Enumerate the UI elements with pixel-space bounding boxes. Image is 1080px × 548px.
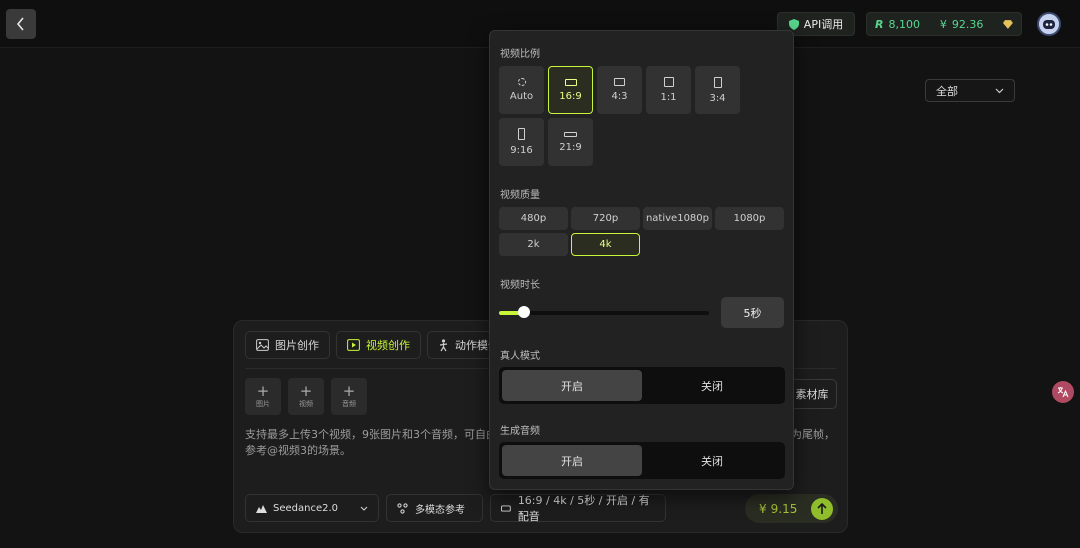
credit-icon: R: [875, 17, 884, 31]
ratio-section-title: 视频比例: [500, 49, 540, 60]
duration-value: 5秒: [721, 297, 784, 328]
gem-icon: [1003, 19, 1014, 29]
realperson-on-option[interactable]: 开启: [502, 370, 642, 401]
realperson-toggle: 开启 关闭: [499, 367, 785, 404]
person-icon: [439, 338, 448, 351]
ratio-label: 21:9: [559, 141, 582, 153]
ratio-label: 9:16: [510, 145, 533, 156]
multimodal-icon: [397, 502, 408, 514]
params-summary: 16:9 / 4k / 5秒 / 开启 / 有配音: [517, 494, 650, 523]
quality-option-720p[interactable]: 720p: [571, 207, 640, 230]
credits-value: 8,100: [888, 17, 920, 31]
chevron-down-icon: [995, 88, 1004, 93]
plus-icon: +: [256, 382, 270, 400]
tab-video-creation[interactable]: 视频创作: [336, 331, 421, 359]
ratio-21-9-icon: [564, 131, 577, 137]
ratio-1-1-icon: [663, 77, 674, 87]
ratio-option-4-3[interactable]: 4:3: [597, 66, 642, 114]
quality-option-1080p[interactable]: 1080p: [715, 207, 784, 230]
ratio-label: 1:1: [660, 92, 677, 103]
ratio-options: Auto 16:9 4:3 1:1 3:4 9:16 21:9: [499, 66, 787, 166]
ratio-9-16-icon: [518, 128, 525, 140]
quality-section-title: 视频质量: [500, 190, 540, 201]
params-button[interactable]: 16:9 / 4k / 5秒 / 开启 / 有配音: [490, 494, 666, 523]
image-icon: [256, 339, 269, 351]
balance-value: 92.36: [951, 17, 984, 31]
ratio-label: Auto: [509, 91, 534, 102]
plus-icon: +: [342, 382, 356, 400]
ratio-option-16-9[interactable]: 16:9: [548, 66, 593, 114]
translate-icon: [1057, 387, 1069, 398]
video-icon: [347, 339, 360, 351]
video-settings-popover: 视频比例 Auto 16:9 4:3 1:1 3:4 9:16 21:9 视频质…: [489, 30, 794, 490]
send-button[interactable]: [811, 498, 833, 520]
upload-audio-button[interactable]: + 音频: [331, 378, 367, 415]
ratio-option-3-4[interactable]: 3:4: [695, 66, 740, 114]
upload-label: 视频: [299, 400, 313, 408]
mode-label: 多模态参考: [415, 504, 465, 516]
shield-icon: [788, 18, 799, 30]
currency-icon: ¥: [759, 501, 767, 516]
tab-label: 图片创作: [275, 339, 319, 352]
currency-icon: ¥: [939, 17, 947, 31]
upload-image-button[interactable]: + 图片: [245, 378, 281, 415]
mode-select[interactable]: 多模态参考: [386, 494, 483, 522]
quality-option-2k[interactable]: 2k: [499, 233, 568, 256]
realperson-section-title: 真人模式: [500, 351, 540, 362]
avatar[interactable]: [1037, 12, 1061, 36]
ratio-label: 4:3: [611, 91, 628, 102]
ratio-label: 16:9: [559, 90, 582, 102]
quality-options: 480p 720p native1080p 1080p 2k 4k: [499, 207, 787, 256]
duration-section-title: 视频时长: [500, 280, 540, 291]
plus-icon: +: [299, 382, 313, 400]
quality-option-4k[interactable]: 4k: [571, 233, 640, 256]
ratio-option-auto[interactable]: Auto: [499, 66, 544, 114]
library-button[interactable]: 素材库: [787, 379, 837, 409]
api-label: API调用: [803, 18, 844, 31]
robot-avatar-icon: [1043, 20, 1055, 29]
slider-thumb[interactable]: [518, 306, 531, 318]
upload-video-button[interactable]: + 视频: [288, 378, 324, 415]
ratio-label: 3:4: [709, 92, 726, 104]
model-select[interactable]: Seedance2.0: [245, 494, 379, 522]
audio-toggle: 开启 关闭: [499, 442, 785, 479]
composer-toolbar: Seedance2.0 多模态参考 16:9 / 4k / 5秒 / 开启 / …: [245, 494, 666, 523]
chevron-left-icon: [16, 17, 24, 31]
arrow-up-icon: [817, 503, 827, 514]
tab-image-creation[interactable]: 图片创作: [245, 331, 330, 359]
filter-selected: 全部: [936, 84, 958, 98]
chevron-down-icon: [360, 506, 368, 511]
audio-section-title: 生成音频: [500, 426, 540, 437]
mountain-icon: [256, 504, 267, 513]
ratio-option-1-1[interactable]: 1:1: [646, 66, 691, 114]
model-label: Seedance2.0: [273, 502, 339, 514]
ratio-4-3-icon: [614, 78, 625, 86]
ratio-option-9-16[interactable]: 9:16: [499, 118, 544, 166]
translate-button[interactable]: [1052, 381, 1074, 403]
quality-option-native1080p[interactable]: native1080p: [643, 207, 712, 230]
tab-label: 视频创作: [366, 339, 410, 352]
auto-ratio-icon: [517, 78, 526, 86]
back-button[interactable]: [6, 9, 36, 39]
ratio-16-9-icon: [564, 78, 577, 86]
duration-slider[interactable]: [499, 306, 709, 318]
audio-off-option[interactable]: 关闭: [642, 445, 782, 476]
filter-select[interactable]: 全部: [925, 79, 1015, 102]
ratio-3-4-icon: [713, 76, 722, 88]
audio-on-option[interactable]: 开启: [502, 445, 642, 476]
creation-tabs: 图片创作 视频创作 动作模仿: [245, 331, 510, 359]
upload-slots: + 图片 + 视频 + 音频: [245, 378, 367, 415]
quality-option-480p[interactable]: 480p: [499, 207, 568, 230]
ratio-option-21-9[interactable]: 21:9: [548, 118, 593, 166]
hint-tail: 为尾帧，: [791, 428, 835, 441]
upload-label: 图片: [256, 400, 270, 408]
price-value: 9.15: [770, 501, 798, 516]
balance-display[interactable]: R 8,100 ¥ 92.36: [866, 12, 1022, 36]
aspect-ratio-icon: [501, 504, 511, 512]
upload-label: 音频: [342, 400, 356, 408]
realperson-off-option[interactable]: 关闭: [642, 370, 782, 401]
